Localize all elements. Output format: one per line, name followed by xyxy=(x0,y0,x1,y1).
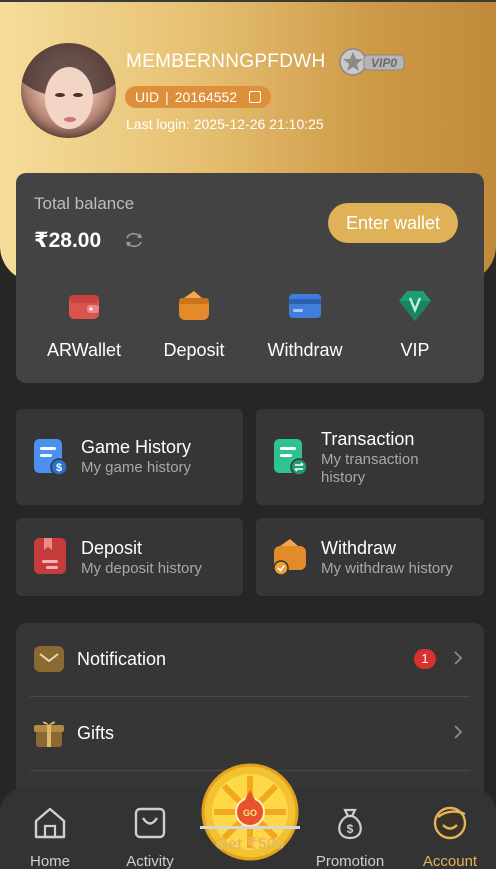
refresh-icon[interactable] xyxy=(124,231,144,249)
quick-action-label: Deposit xyxy=(163,340,225,360)
home-icon xyxy=(34,807,66,839)
deposit-history-icon xyxy=(34,538,66,574)
quick-action-withdraw[interactable]: Withdraw xyxy=(260,288,350,361)
quick-action-label: Withdraw xyxy=(267,340,343,360)
chevron-right-icon xyxy=(454,651,463,665)
svg-text:GO: GO xyxy=(243,808,257,818)
menu-item-label: Notification xyxy=(77,649,167,669)
tile-title: Transaction xyxy=(321,429,415,449)
enter-wallet-button[interactable]: Enter wallet xyxy=(328,203,458,243)
tile-subtitle: My deposit history xyxy=(81,560,202,577)
copy-icon[interactable] xyxy=(249,91,262,103)
uid-label: UID xyxy=(135,89,160,105)
mail-icon xyxy=(34,646,64,672)
tab-label: Home xyxy=(29,853,70,869)
vip-badge-icon: VIP0 xyxy=(339,48,405,76)
tile-title: Deposit xyxy=(81,538,143,558)
tile-subtitle: My game history xyxy=(81,459,192,476)
quick-action-arwallet[interactable]: ARWallet xyxy=(39,288,129,361)
spin-reward-label[interactable]: Get ₹500 xyxy=(198,834,302,854)
vip-gem-icon xyxy=(399,291,431,321)
total-balance-label: Total balance xyxy=(34,194,135,213)
deposit-history-tile[interactable]: Deposit My deposit history xyxy=(16,518,243,596)
tile-title: Game History xyxy=(81,437,192,457)
quick-action-deposit[interactable]: Deposit xyxy=(149,288,239,361)
avatar[interactable] xyxy=(21,43,116,138)
quick-action-label: VIP xyxy=(400,340,430,360)
quick-action-vip[interactable]: VIP xyxy=(370,288,460,361)
tile-subtitle: My transaction history xyxy=(321,451,419,486)
wallet-icon xyxy=(69,295,99,319)
tab-account[interactable]: Account xyxy=(410,805,490,869)
menu-item-label: Gifts xyxy=(77,723,115,743)
username: MEMBERNNGPFDWH xyxy=(126,51,326,72)
withdraw-card-icon xyxy=(289,294,321,318)
money-bag-icon: $ xyxy=(338,808,362,840)
wallet-card: Total balance ₹28.00 Enter wallet ARWall… xyxy=(16,173,484,383)
svg-text:$: $ xyxy=(56,462,62,474)
uid-value: 20164552 xyxy=(174,89,238,105)
transaction-icon xyxy=(274,439,308,476)
tile-subtitle: My withdraw history xyxy=(321,560,453,577)
tab-label: Account xyxy=(422,853,478,869)
tab-home[interactable]: Home xyxy=(10,805,90,869)
tab-label: Promotion xyxy=(315,853,385,869)
svg-text:VIP0: VIP0 xyxy=(371,56,397,70)
withdraw-history-icon xyxy=(273,539,306,576)
gift-icon xyxy=(34,721,64,747)
activity-bag-icon xyxy=(134,807,166,839)
tab-label: Activity xyxy=(126,853,174,869)
menu-item-notification[interactable]: Notification 1 xyxy=(30,623,470,697)
menu-item-gifts[interactable]: Gifts xyxy=(30,697,470,771)
notification-count-badge: 1 xyxy=(414,649,436,669)
svg-text:$: $ xyxy=(347,822,354,836)
quick-action-label: ARWallet xyxy=(46,340,122,360)
game-history-tile[interactable]: $ Game History My game history xyxy=(16,409,243,505)
uid-separator: | xyxy=(165,89,169,105)
uid-pill[interactable]: UID | 20164552 xyxy=(125,86,272,108)
tab-promotion[interactable]: $ Promotion xyxy=(310,805,390,869)
transaction-tile[interactable]: Transaction My transaction history xyxy=(256,409,484,505)
account-icon xyxy=(433,806,467,840)
tile-title: Withdraw xyxy=(321,538,397,558)
withdraw-history-tile[interactable]: Withdraw My withdraw history xyxy=(256,518,484,596)
game-history-icon: $ xyxy=(34,439,68,476)
deposit-icon xyxy=(179,291,209,320)
total-balance-value: ₹28.00 xyxy=(34,229,102,252)
tab-activity[interactable]: Activity xyxy=(110,805,190,869)
last-login: Last login: 2025-12-26 21:10:25 xyxy=(126,116,324,132)
chevron-right-icon xyxy=(454,725,463,739)
